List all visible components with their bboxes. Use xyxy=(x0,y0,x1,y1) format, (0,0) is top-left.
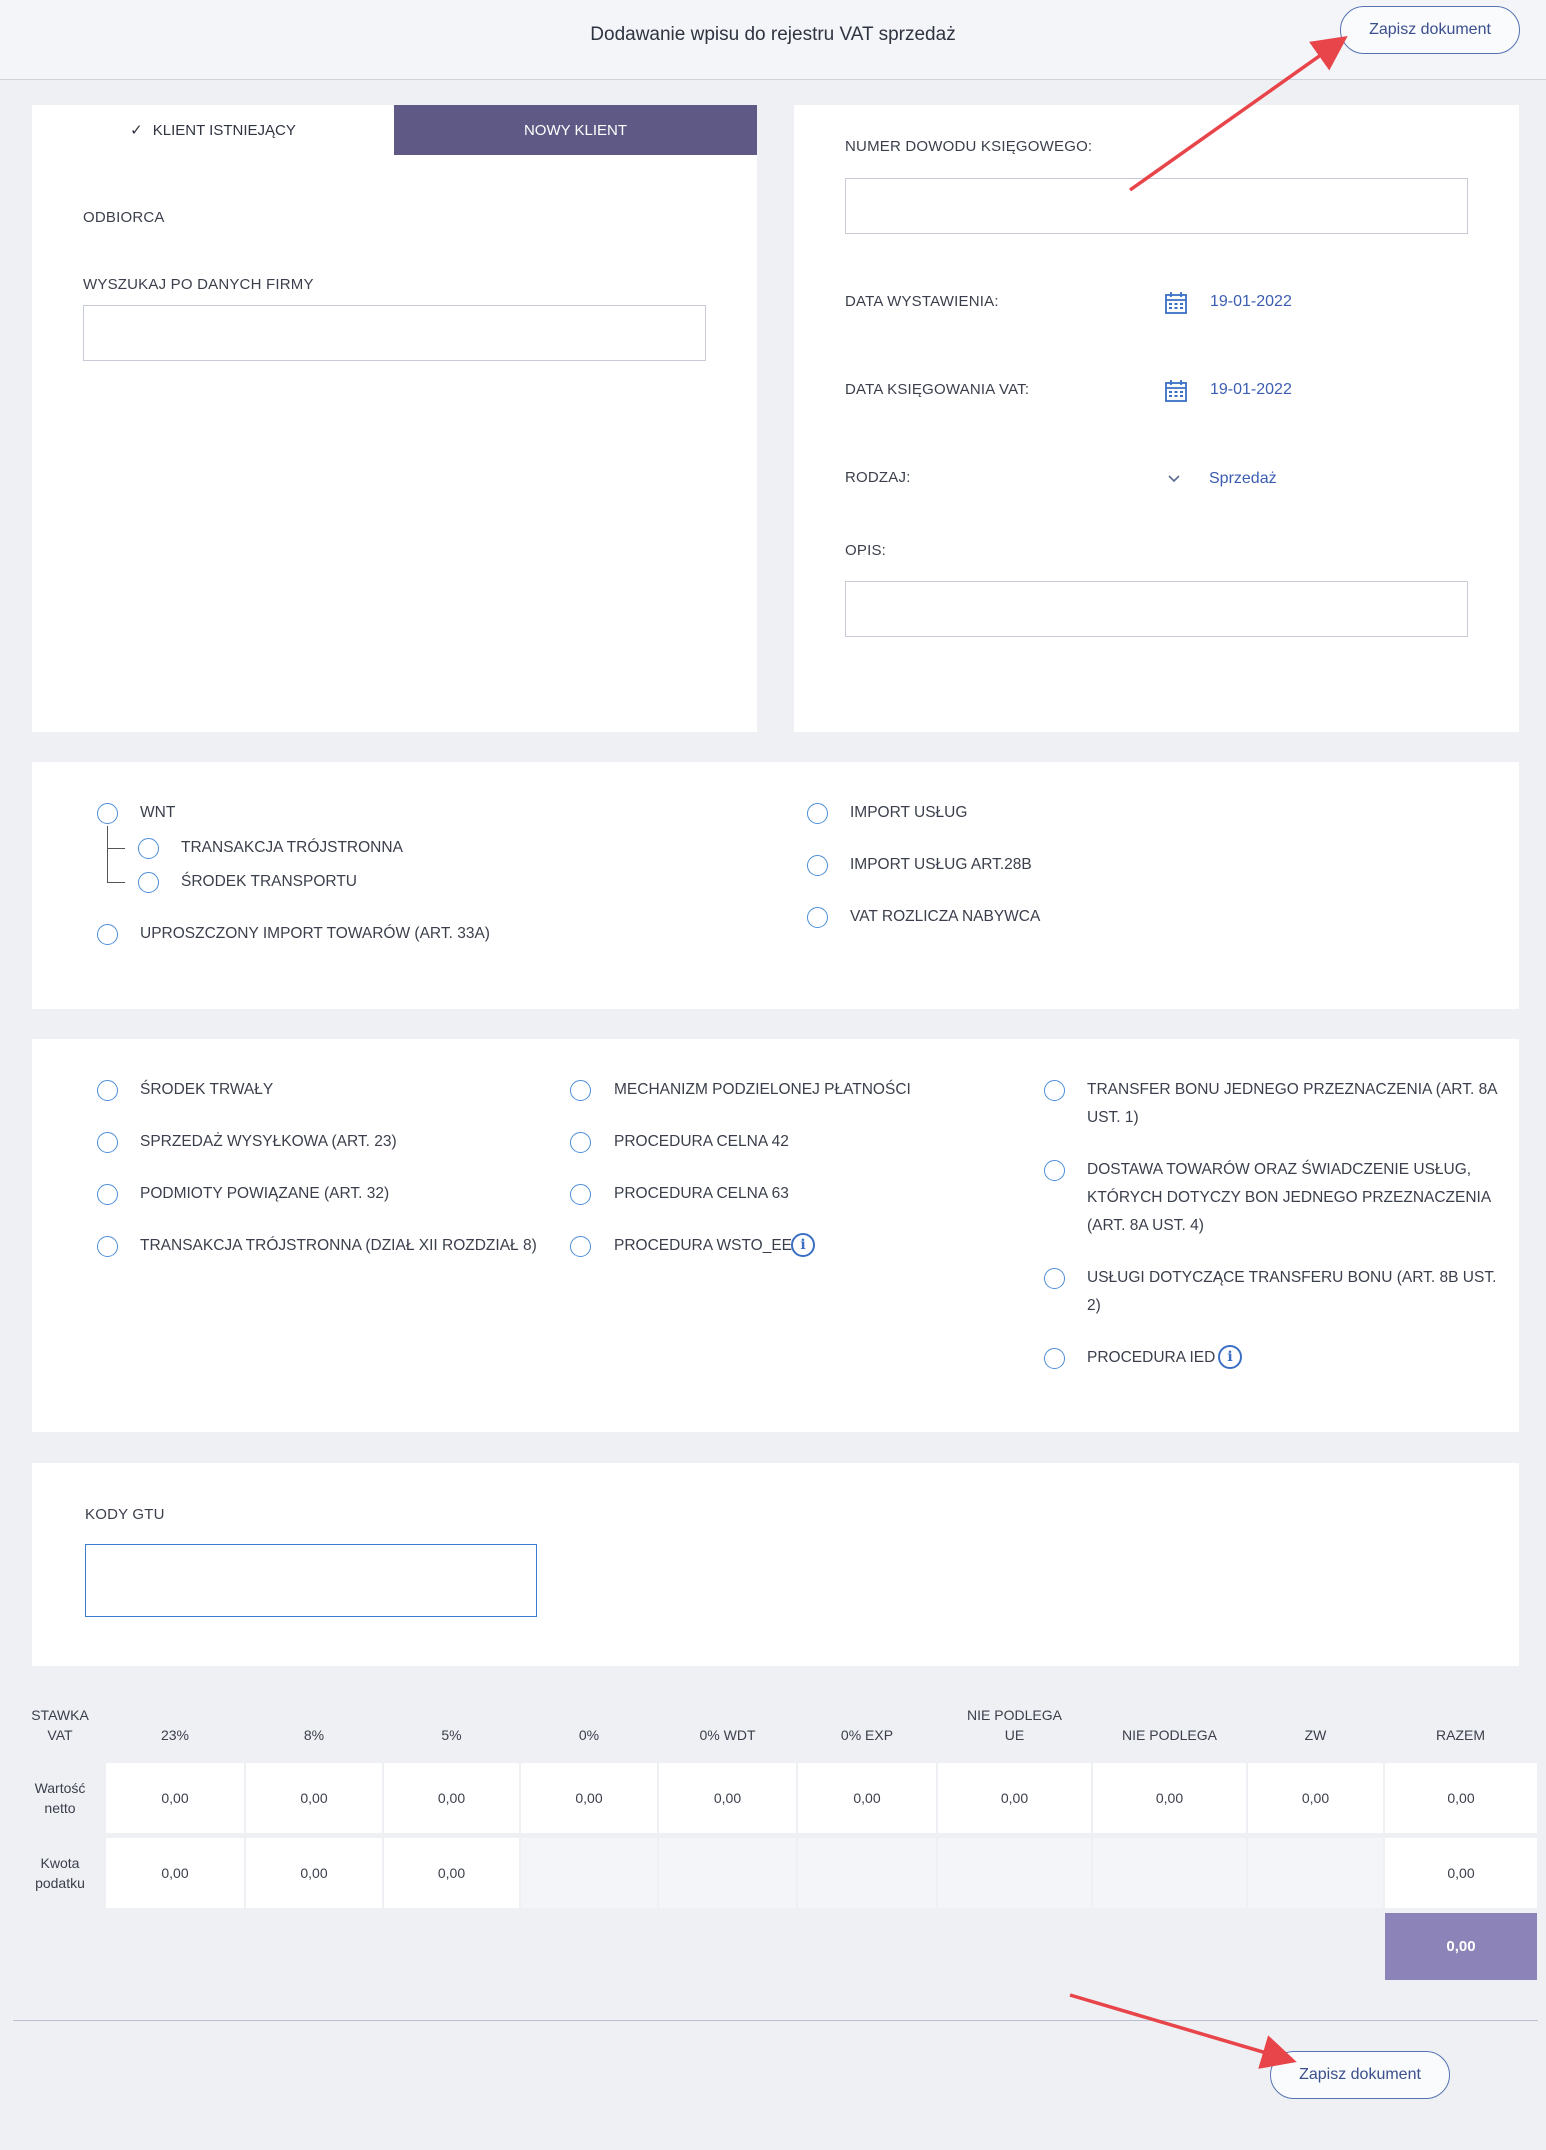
annotation-overlay xyxy=(1069,35,1348,2069)
annotation-arrow xyxy=(1128,35,1348,192)
annotation-arrow xyxy=(1069,1993,1297,2069)
